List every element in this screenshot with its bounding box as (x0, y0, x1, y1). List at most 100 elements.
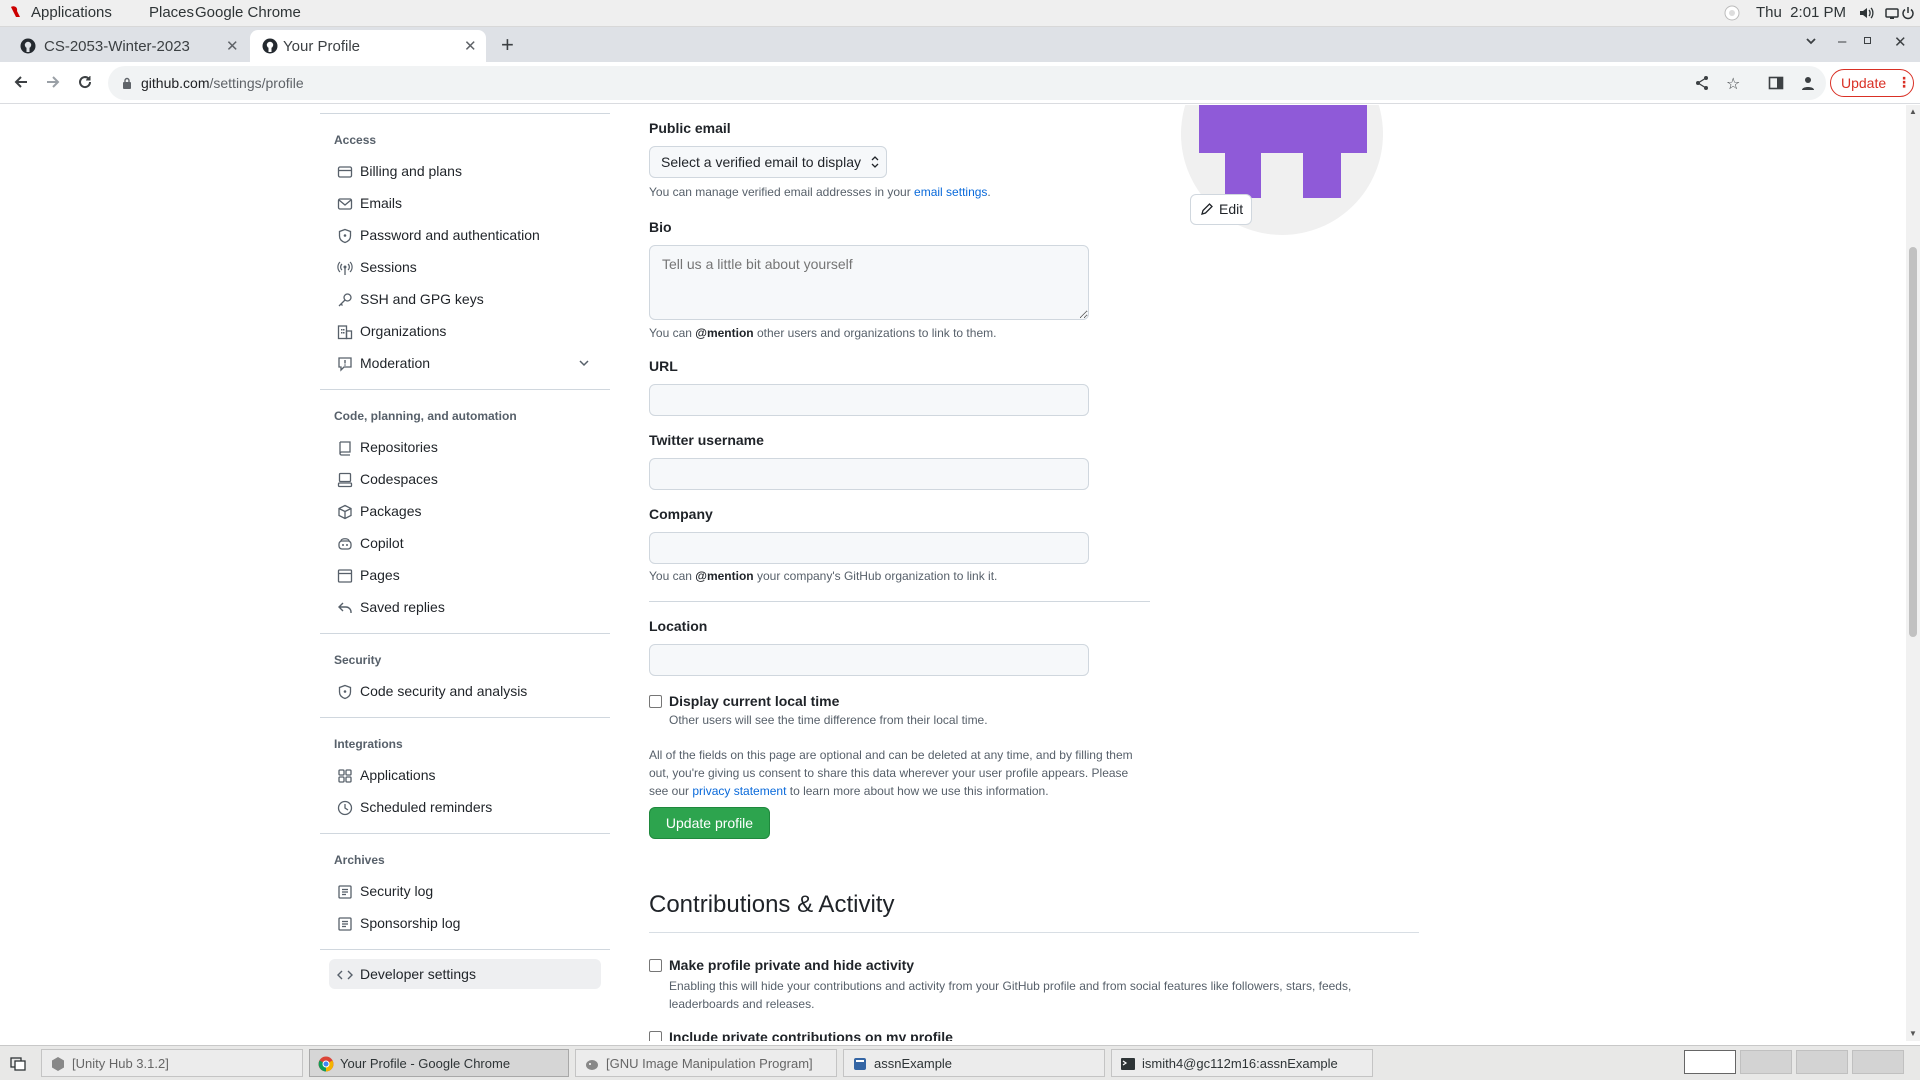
task-label: ismith4@gc112m16:assnExample (1142, 1056, 1338, 1071)
local-time-checkbox[interactable] (649, 695, 662, 708)
show-desktop-icon[interactable] (10, 1055, 26, 1071)
bio-textarea[interactable] (649, 245, 1089, 320)
sidebar-item-billing[interactable]: Billing and plans (329, 156, 601, 186)
scroll-up-icon[interactable]: ▲ (1909, 107, 1917, 116)
back-icon[interactable] (13, 74, 29, 90)
include-private-label[interactable]: Include private contributions on my prof… (669, 1029, 953, 1041)
minimize-icon[interactable]: – (1838, 33, 1846, 50)
sidebar-item-label: Applications (360, 767, 436, 783)
profile-icon[interactable] (1800, 75, 1816, 91)
sidebar-item-label: Moderation (360, 355, 431, 371)
chevron-down-icon[interactable] (578, 357, 590, 369)
workspace-4[interactable] (1852, 1050, 1904, 1074)
address-bar[interactable]: github.com/settings/profile ☆ (108, 66, 1826, 100)
reload-icon[interactable] (77, 74, 93, 90)
chrome-app-menu[interactable]: Google Chrome (195, 4, 301, 21)
sidebar-item-codespaces[interactable]: Codespaces (329, 464, 601, 494)
network-icon[interactable] (1884, 5, 1900, 21)
company-input[interactable] (649, 532, 1089, 564)
bookmark-star-icon[interactable]: ☆ (1726, 74, 1740, 94)
local-time-note: Other users will see the time difference… (669, 713, 988, 727)
sidebar-item-packages[interactable]: Packages (329, 496, 601, 526)
scroll-down-icon[interactable]: ▼ (1909, 1029, 1917, 1038)
twitter-input[interactable] (649, 458, 1089, 490)
sidebar-item-developer-settings[interactable]: Developer settings (329, 959, 601, 989)
task-unity-hub[interactable]: [Unity Hub 3.1.2] (41, 1049, 303, 1077)
contributions-heading: Contributions & Activity (649, 891, 895, 918)
sidebar-heading-code: Code, planning, and automation (334, 409, 517, 423)
sidebar-item-sponsorship-log[interactable]: Sponsorship log (329, 908, 601, 938)
workspace-3[interactable] (1796, 1050, 1848, 1074)
browser-toolbar: github.com/settings/profile ☆ Update ⋮ (0, 62, 1920, 104)
sidebar-item-pages[interactable]: Pages (329, 560, 601, 590)
sidebar-item-label: Copilot (360, 535, 404, 551)
sidebar-item-moderation[interactable]: Moderation (329, 348, 601, 378)
task-terminal[interactable]: ismith4@gc112m16:assnExample (1111, 1049, 1373, 1077)
sidebar-item-saved-replies[interactable]: Saved replies (329, 592, 601, 622)
sidebar-item-code-security[interactable]: Code security and analysis (329, 676, 601, 706)
code-icon (337, 967, 353, 983)
local-time-label[interactable]: Display current local time (669, 693, 839, 709)
email-settings-link[interactable]: email settings (914, 185, 987, 199)
power-icon[interactable] (1900, 5, 1916, 21)
tab-close-icon[interactable]: ✕ (464, 37, 477, 55)
sidebar-item-repositories[interactable]: Repositories (329, 432, 601, 462)
sidebar-item-ssh-gpg[interactable]: SSH and GPG keys (329, 284, 601, 314)
terminal-icon (1120, 1056, 1136, 1072)
sidebar-item-applications[interactable]: Applications (329, 760, 601, 790)
codespaces-icon (337, 472, 353, 488)
sidebar-divider (320, 389, 610, 390)
update-profile-button[interactable]: Update profile (649, 807, 770, 839)
include-private-checkbox[interactable] (649, 1031, 662, 1041)
task-chrome[interactable]: Your Profile - Google Chrome (309, 1049, 569, 1077)
private-profile-checkbox[interactable] (649, 959, 662, 972)
privacy-statement-link[interactable]: privacy statement (692, 784, 786, 798)
bio-note: You can @mention other users and organiz… (649, 326, 997, 340)
share-icon[interactable] (1694, 75, 1710, 91)
places-menu[interactable]: Places (149, 4, 194, 21)
url-input[interactable] (649, 384, 1089, 416)
tab-search-icon[interactable] (1804, 34, 1818, 48)
public-email-select[interactable]: Select a verified email to display (649, 146, 887, 178)
tab-strip: CS-2053-Winter-2023 ✕ Your Profile ✕ + –… (0, 27, 1920, 62)
sidebar-item-organizations[interactable]: Organizations (329, 316, 601, 346)
task-gimp[interactable]: [GNU Image Manipulation Program] (575, 1049, 837, 1077)
github-icon (20, 38, 36, 54)
location-input[interactable] (649, 644, 1089, 676)
scrollbar-thumb[interactable] (1909, 247, 1917, 637)
report-icon (337, 356, 353, 372)
page-scrollbar[interactable]: ▲ ▼ (1906, 105, 1920, 1041)
sidebar-item-copilot[interactable]: Copilot (329, 528, 601, 558)
sidebar-item-sessions[interactable]: Sessions (329, 252, 601, 282)
lock-icon[interactable] (122, 77, 132, 89)
tab-title: Your Profile (283, 38, 360, 55)
tab-your-profile[interactable]: Your Profile ✕ (250, 30, 486, 62)
clock[interactable]: Thu 2:01 PM (1756, 4, 1846, 21)
private-profile-label[interactable]: Make profile private and hide activity (669, 957, 914, 973)
tab-cs-2053[interactable]: CS-2053-Winter-2023 ✕ (8, 30, 248, 62)
new-tab-icon[interactable]: + (501, 32, 514, 58)
close-window-icon[interactable]: ✕ (1894, 33, 1907, 51)
tab-close-icon[interactable]: ✕ (226, 37, 239, 55)
forward-icon[interactable] (45, 74, 61, 90)
chrome-update-button[interactable]: Update ⋮ (1830, 69, 1914, 97)
accessibility-icon[interactable] (1724, 5, 1740, 21)
pencil-icon (1200, 203, 1213, 216)
avatar-edit-button[interactable]: Edit (1190, 194, 1252, 225)
sidebar-item-scheduled-reminders[interactable]: Scheduled reminders (329, 792, 601, 822)
sidebar-item-security-log[interactable]: Security log (329, 876, 601, 906)
applications-menu[interactable]: Applications (31, 4, 112, 21)
volume-icon[interactable] (1858, 5, 1874, 21)
side-panel-icon[interactable] (1768, 75, 1784, 91)
workspace-1[interactable] (1684, 1050, 1736, 1074)
sidebar-item-emails[interactable]: Emails (329, 188, 601, 218)
consent-text: All of the fields on this page are optio… (649, 748, 1133, 798)
copilot-icon (337, 536, 353, 552)
maximize-icon[interactable] (1864, 37, 1871, 44)
reply-icon (337, 600, 353, 616)
workspace-2[interactable] (1740, 1050, 1792, 1074)
sidebar-item-label: SSH and GPG keys (360, 291, 484, 307)
sidebar-item-password[interactable]: Password and authentication (329, 220, 601, 250)
task-label: assnExample (874, 1056, 953, 1071)
task-assn-example[interactable]: assnExample (843, 1049, 1105, 1077)
